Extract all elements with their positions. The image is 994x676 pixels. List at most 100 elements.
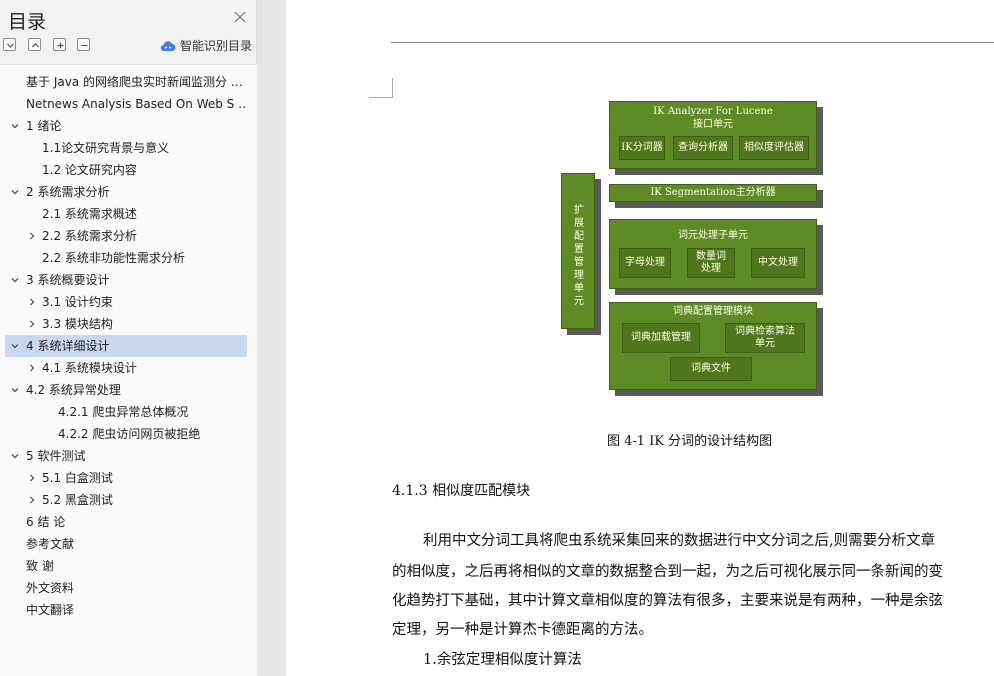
ik-structure-diagram: 扩展配置管理单元 IK Analyzer For Lucene 接口单元 IK分… [561, 101, 821, 399]
toc-item-label: 3.1 设计约束 [42, 295, 113, 309]
toc-item[interactable]: 6 结 论 [5, 511, 247, 533]
toc-item[interactable]: 1.1论文研究背景与意义 [5, 137, 247, 159]
toc-item-label: 4.2 系统异常处理 [26, 383, 121, 397]
toc-item[interactable]: 2.2 系统非功能性需求分析 [5, 247, 247, 269]
toc-item-label: 6 结 论 [26, 515, 66, 529]
toc-item[interactable]: 2.1 系统需求概述 [5, 203, 247, 225]
toc-item-label: Netnews Analysis Based On Web S … [26, 97, 247, 111]
toc-item[interactable]: Netnews Analysis Based On Web S … [5, 93, 247, 115]
chevron-down-icon[interactable] [10, 385, 20, 395]
toc-item[interactable]: 5.1 白盒测试 [5, 467, 247, 489]
quantifier-processing-box: 数量词处理 [687, 248, 735, 278]
toc-item-label: 5 软件测试 [26, 449, 86, 463]
toc-item[interactable]: 3.3 模块结构 [5, 313, 247, 335]
paragraph-line: 的相似度，之后再将相似的文章的数据整合到一起，为之后可视化展示同一条新闻的变 [392, 564, 943, 580]
dictionary-loading-box: 词典加载管理 [622, 323, 700, 353]
paragraph-line: 利用中文分词工具将爬虫系统采集回来的数据进行中文分词之后,则需要分析文章 [423, 533, 936, 549]
toc-item-label: 1 绪论 [26, 119, 62, 133]
toc-item[interactable]: 基于 Java 的网络爬虫实时新闻监测分 … [5, 71, 247, 93]
toc-item-label: 1.2 论文研究内容 [42, 163, 137, 177]
toc-sidebar: 目录 智能识别目录 基于 Java 的网络爬虫实时新闻监测分 … Netnews … [0, 0, 257, 676]
chevron-down-icon[interactable] [10, 451, 20, 461]
chevron-right-icon[interactable] [27, 495, 37, 505]
toc-item-label: 4.1 系统模块设计 [42, 361, 137, 375]
document-page: 扩展配置管理单元 IK Analyzer For Lucene 接口单元 IK分… [286, 0, 994, 676]
paragraph-line: 定理，另一种是计算杰卡德距离的方法。 [392, 622, 653, 638]
collapse-all-icon[interactable] [3, 38, 16, 51]
chevron-right-icon[interactable] [27, 363, 37, 373]
toc-item-label: 5.1 白盒测试 [42, 471, 113, 485]
toc-list: 基于 Java 的网络爬虫实时新闻监测分 … Netnews Analysis B… [0, 64, 257, 676]
toc-item[interactable]: 3.1 设计约束 [5, 291, 247, 313]
toc-item-label: 参考文献 [26, 537, 75, 551]
toc-item[interactable]: 2.2 系统需求分析 [5, 225, 247, 247]
toc-item-label: 2.2 系统需求分析 [42, 229, 137, 243]
dictionary-file-box: 词典文件 [670, 357, 752, 381]
toc-item[interactable]: 4.2.2 爬虫访问网页被拒绝 [5, 423, 247, 445]
chinese-processing-box: 中文处理 [751, 248, 805, 278]
config-management-unit-label: 扩展配置管理单元 [574, 205, 584, 307]
toc-item-label: 中文翻译 [26, 603, 75, 617]
chevron-right-icon[interactable] [27, 319, 37, 329]
paragraph-line: 化趋势打下基础，其中计算文章相似度的算法有很多，主要来说是有两种，一种是余弦 [392, 593, 943, 609]
toc-item-label: 4.2.1 爬虫异常总体概况 [58, 405, 189, 419]
toc-item-label: 2.1 系统需求概述 [42, 207, 137, 221]
toc-item-label: 2 系统需求分析 [26, 185, 110, 199]
toc-item-label: 基于 Java 的网络爬虫实时新闻监测分 … [26, 75, 243, 89]
similarity-evaluator-box: 相似度评估器 [739, 136, 809, 160]
interface-unit: IK Analyzer For Lucene 接口单元 IK分词器 查询分析器 … [609, 101, 817, 169]
chevron-right-icon[interactable] [27, 231, 37, 241]
toc-item[interactable]: 参考文献 [5, 533, 247, 555]
dictionary-search-box: 词典检索算法单元 [725, 323, 805, 353]
token-unit-title: 词元处理子单元 [678, 230, 748, 241]
chevron-down-icon[interactable] [10, 341, 20, 351]
toc-item[interactable]: 4.1 系统模块设计 [5, 357, 247, 379]
chevron-right-icon[interactable] [27, 473, 37, 483]
chevron-down-icon[interactable] [10, 187, 20, 197]
toc-item-label: 4.2.2 爬虫访问网页被拒绝 [58, 427, 201, 441]
dictionary-module: 词典配置管理模块 词典加载管理 词典检索算法单元 词典文件 [609, 302, 817, 390]
toc-item-label: 1.1论文研究背景与意义 [42, 141, 170, 155]
query-parser-box: 查询分析器 [673, 136, 733, 160]
close-icon[interactable] [232, 9, 248, 25]
chevron-down-icon[interactable] [10, 121, 20, 131]
section-heading: 4.1.3 相似度匹配模块 [392, 483, 531, 499]
config-management-unit: 扩展配置管理单元 [561, 173, 595, 329]
chevron-right-icon[interactable] [27, 297, 37, 307]
cloud-icon [160, 40, 176, 51]
toc-item-label: 3 系统概要设计 [26, 273, 110, 287]
remove-icon[interactable] [77, 38, 90, 51]
sidebar-title: 目录 [8, 11, 47, 33]
add-icon[interactable] [53, 38, 66, 51]
toc-item-label: 5.2 黑盒测试 [42, 493, 113, 507]
smart-toc-label: 智能识别目录 [180, 39, 253, 53]
toc-item[interactable]: 5 软件测试 [5, 445, 247, 467]
token-processing-unit: 词元处理子单元 字母处理 数量词处理 中文处理 [609, 219, 817, 289]
toc-item-label: 致 谢 [26, 559, 54, 573]
toc-item-label: 4 系统详细设计 [26, 339, 110, 353]
figure-caption: 图 4-1 IK 分词的设计结构图 [607, 434, 773, 449]
toc-item[interactable]: 中文翻译 [5, 599, 247, 621]
ik-segmenter-box: IK分词器 [619, 136, 665, 160]
toc-item[interactable]: 4 系统详细设计 [5, 335, 247, 357]
interface-unit-subtitle: 接口单元 [693, 119, 733, 130]
toc-item[interactable]: 外文资料 [5, 577, 247, 599]
toc-item[interactable]: 1 绪论 [5, 115, 247, 137]
toc-item[interactable]: 3 系统概要设计 [5, 269, 247, 291]
header-rule [391, 42, 994, 43]
toc-item[interactable]: 4.2.1 爬虫异常总体概况 [5, 401, 247, 423]
list-item: 1.余弦定理相似度计算法 [423, 652, 582, 668]
chevron-up-icon[interactable] [28, 38, 41, 51]
toc-item[interactable]: 致 谢 [5, 555, 247, 577]
toc-item[interactable]: 4.2 系统异常处理 [5, 379, 247, 401]
toc-item[interactable]: 2 系统需求分析 [5, 181, 247, 203]
interface-unit-title: IK Analyzer For Lucene [653, 106, 773, 117]
toc-item[interactable]: 1.2 论文研究内容 [5, 159, 247, 181]
smart-toc-button[interactable]: 智能识别目录 [160, 37, 252, 54]
chevron-down-icon[interactable] [10, 275, 20, 285]
toc-item-label: 2.2 系统非功能性需求分析 [42, 251, 185, 265]
toc-item-label: 3.3 模块结构 [42, 317, 113, 331]
toc-item[interactable]: 5.2 黑盒测试 [5, 489, 247, 511]
toc-item-label: 外文资料 [26, 581, 75, 595]
main-analyzer: IK Segmentation主分析器 [609, 184, 817, 202]
